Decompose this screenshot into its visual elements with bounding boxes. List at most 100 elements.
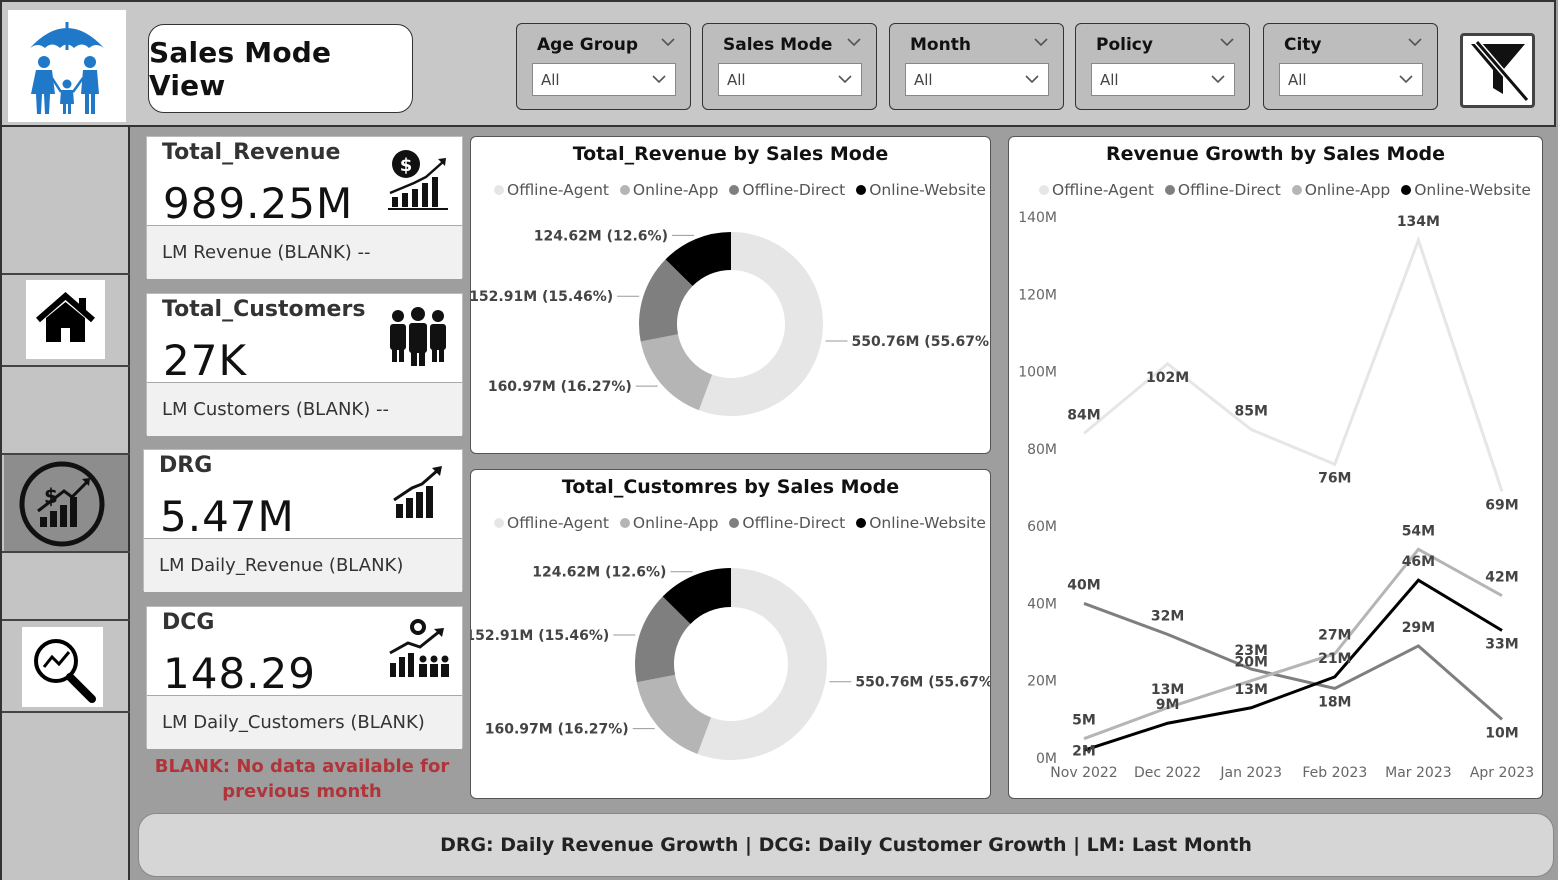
point-data-label: 33M [1485, 636, 1518, 652]
slice-data-label: 160.97M (16.27%) [485, 722, 629, 738]
customers-donut-chart: 550.76M (55.67%) 160.97M (16.27%) 152.91M … [471, 565, 990, 760]
revenue-growth-icon: $ [388, 150, 448, 210]
nav-divider [2, 711, 130, 713]
slice-data-label: 124.62M (12.6%) [534, 228, 668, 244]
chevron-down-icon[interactable] [1024, 71, 1040, 87]
kpi-subtext: LM Daily_Customers (BLANK) [162, 712, 425, 733]
filter-select[interactable]: All [718, 63, 862, 96]
point-data-label: 42M [1485, 570, 1518, 586]
filter-label: Month [910, 35, 971, 55]
filter-city[interactable]: City All [1263, 23, 1438, 110]
filter-select[interactable]: All [905, 63, 1049, 96]
point-data-label: 84M [1067, 407, 1100, 423]
y-tick-label: 40M [1027, 596, 1057, 612]
chevron-down-icon[interactable] [1219, 34, 1235, 50]
y-tick-label: 100M [1018, 365, 1057, 381]
slice-data-label: 550.76M (55.67%) [855, 675, 990, 691]
point-data-label: 40M [1067, 577, 1100, 593]
magnifier-trend-icon [34, 639, 96, 703]
x-tick-label: Apr 2023 [1470, 765, 1534, 781]
filter-label: Sales Mode [723, 35, 833, 55]
blank-note-line: previous month [222, 781, 382, 802]
kpi-subtext: LM Customers (BLANK) -- [162, 399, 389, 420]
filter-sales-mode[interactable]: Sales Mode All [702, 23, 877, 110]
filter-select[interactable]: All [532, 63, 676, 96]
slice-data-label: 160.97M (16.27%) [488, 379, 632, 395]
kpi-value: 27K [163, 336, 247, 385]
chevron-down-icon[interactable] [846, 34, 862, 50]
slice-data-label: 152.91M (15.46%) [471, 289, 613, 305]
point-data-label: 134M [1397, 214, 1440, 230]
logo [8, 10, 126, 122]
point-data-label: 9M [1156, 697, 1180, 713]
filter-label: Policy [1096, 35, 1153, 55]
kpi-value: 5.47M [160, 492, 295, 541]
slice-data-label: 124.62M (12.6%) [532, 565, 666, 581]
kpi-footer: LM Daily_Customers (BLANK) [147, 696, 462, 749]
clear-filter-icon [1471, 40, 1530, 102]
kpi-card-drg: DRG 5.47M LM Daily_Revenue (BLANK) [143, 449, 463, 592]
filter-month[interactable]: Month All [889, 23, 1064, 110]
nav-divider [2, 619, 130, 621]
filter-select[interactable]: All [1279, 63, 1423, 96]
kpi-footer: LM Daily_Revenue (BLANK) [144, 539, 462, 592]
x-tick-label: Dec 2022 [1134, 765, 1201, 781]
donut-slice[interactable] [636, 674, 712, 754]
kpi-value: 989.25M [163, 179, 354, 228]
kpi-footer: LM Customers (BLANK) -- [147, 383, 462, 436]
kpi-footer: LM Revenue (BLANK) -- [147, 226, 462, 279]
footer-text: DRG: Daily Revenue Growth | DCG: Daily C… [440, 834, 1252, 856]
nav-divider [2, 365, 130, 367]
y-tick-label: 80M [1027, 442, 1057, 458]
kpi-title: Total_Revenue [162, 140, 341, 165]
slice-data-label: 152.91M (15.46%) [471, 628, 609, 644]
y-tick-label: 140M [1018, 210, 1057, 226]
svg-text:$: $ [400, 155, 413, 176]
chevron-down-icon[interactable] [837, 71, 853, 87]
y-tick-label: 60M [1027, 519, 1057, 535]
customer-growth-icon [389, 619, 449, 677]
point-data-label: 29M [1402, 620, 1435, 636]
footer-legend: DRG: Daily Revenue Growth | DCG: Daily C… [138, 813, 1554, 877]
point-data-label: 27M [1318, 628, 1351, 644]
donut-slice[interactable] [640, 334, 713, 411]
revenue-donut-panel: Total_Revenue by Sales Mode Offline-Agen… [470, 136, 991, 454]
filter-policy[interactable]: Policy All [1075, 23, 1250, 110]
nav-analysis-button[interactable] [22, 627, 103, 707]
home-icon [36, 292, 95, 342]
point-data-label: 13M [1234, 682, 1267, 698]
filter-select[interactable]: All [1091, 63, 1235, 96]
chevron-down-icon[interactable] [1033, 34, 1049, 50]
filter-age-group[interactable]: Age Group All [516, 23, 691, 110]
x-tick-label: Nov 2022 [1050, 765, 1117, 781]
point-data-label: 20M [1234, 655, 1267, 671]
filter-label: Age Group [537, 35, 639, 55]
filter-value: All [1100, 71, 1119, 89]
series-line[interactable] [1083, 547, 1503, 741]
blank-note-line: BLANK: No data available for [154, 756, 450, 777]
chevron-down-icon[interactable] [1210, 71, 1226, 87]
point-data-label: 5M [1072, 713, 1096, 729]
nav-sales-mode-button[interactable]: $ [18, 461, 106, 547]
clear-filters-button[interactable] [1460, 33, 1535, 108]
point-data-label: 85M [1234, 404, 1267, 420]
series-line[interactable] [1083, 602, 1503, 721]
chevron-down-icon[interactable] [1407, 34, 1423, 50]
nav-home-button[interactable] [26, 280, 105, 359]
point-data-label: 13M [1151, 682, 1184, 698]
slice-data-label: 550.76M (55.67%) [851, 334, 990, 350]
customers-icon [390, 307, 446, 366]
point-data-label: 32M [1151, 608, 1184, 624]
chevron-down-icon[interactable] [1398, 71, 1414, 87]
point-data-label: 76M [1318, 470, 1351, 486]
kpi-value: 148.29 [163, 649, 316, 698]
revenue-growth-line-chart: 0M20M40M60M80M100M120M140MNov 2022 Dec 20… [1018, 210, 1534, 781]
chevron-down-icon[interactable] [651, 71, 667, 87]
x-tick-label: Feb 2023 [1302, 765, 1367, 781]
kpi-title: DRG [159, 453, 213, 478]
chevron-down-icon[interactable] [660, 34, 676, 50]
filter-value: All [727, 71, 746, 89]
point-data-label: 102M [1146, 370, 1189, 386]
point-data-label: 21M [1318, 651, 1351, 667]
series-line[interactable] [1083, 235, 1504, 492]
